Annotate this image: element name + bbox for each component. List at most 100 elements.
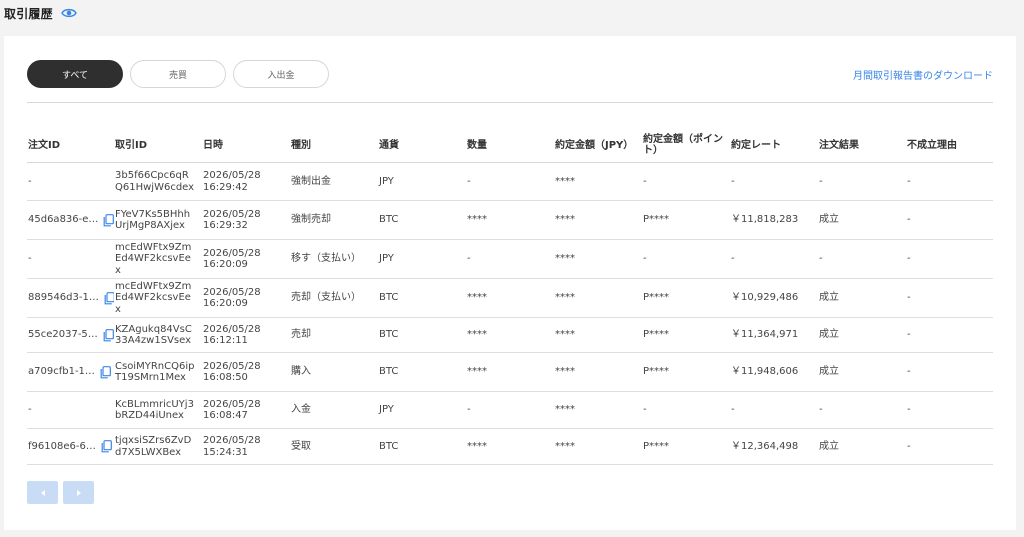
table-row: - mcEdWFtx9ZmEd4WF2kcsvEex 2026/05/28 16:20… (27, 239, 993, 279)
cell-quantity: - (466, 162, 554, 201)
divider (27, 102, 993, 103)
tab-trade[interactable]: 売買 (130, 60, 226, 88)
cell-currency: BTC (378, 428, 466, 465)
time: 16:12:11 (203, 335, 248, 346)
cell-quantity: **** (466, 352, 554, 392)
cell-rate: ￥10,929,486 (730, 278, 818, 318)
transaction-id: CsoiMYRnCQ6ipT19SMrn1Mex (115, 360, 195, 384)
transaction-id: tjqxsiSZrs6ZvDd7X5LWXBex (115, 435, 192, 458)
cell-order-id: 889546d3-1… (27, 278, 114, 318)
column-header: 約定金額（ポイント） (642, 128, 730, 163)
date: 2026/05/28 (203, 435, 261, 446)
transaction-id: mcEdWFtx9ZmEd4WF2kcsvEex (115, 280, 192, 315)
cell-quantity: **** (466, 317, 554, 353)
cell-quantity: - (466, 239, 554, 279)
cell-quantity: - (466, 391, 554, 429)
cell-order-id: 55ce2037-5… (27, 317, 114, 353)
filter-tabs: すべて 売買 入出金 (27, 60, 336, 88)
cell-order-id: f96108e6-6… (27, 428, 114, 465)
cell-reason: - (906, 352, 993, 392)
transaction-id: KcBLmmricUYj3bRZD44iUnex (115, 398, 194, 422)
tab-deposit-withdrawal[interactable]: 入出金 (233, 60, 329, 88)
cell-order-id: - (27, 162, 114, 201)
time: 16:08:47 (203, 410, 248, 421)
cell-datetime: 2026/05/28 16:29:42 (202, 162, 290, 201)
copy-icon[interactable] (103, 328, 114, 342)
order-id: 889546d3-1… (28, 292, 99, 304)
cell-order-id: a709cfb1-1… (27, 352, 114, 392)
time: 16:29:32 (203, 220, 248, 231)
cell-result: - (818, 391, 906, 429)
page-title: 取引履歴 (4, 6, 53, 21)
cell-amount-point: P**** (642, 317, 730, 353)
cell-rate: - (730, 162, 818, 201)
cell-result: 成立 (818, 352, 906, 392)
column-header: 注文結果 (818, 128, 906, 163)
cell-amount-jpy: **** (554, 428, 642, 465)
triangle-right-icon (76, 489, 81, 496)
cell-order-id: 45d6a836-e… (27, 200, 114, 240)
tab-all[interactable]: すべて (27, 60, 123, 88)
cell-type: 強制出金 (290, 162, 378, 201)
date: 2026/05/28 (203, 208, 261, 220)
cell-amount-point: P**** (642, 352, 730, 392)
cell-rate: ￥11,364,971 (730, 317, 818, 353)
copy-icon[interactable] (100, 365, 111, 379)
cell-order-id: - (27, 391, 114, 429)
cell-reason: - (906, 162, 993, 201)
time: 16:20:09 (203, 259, 248, 270)
order-id: 55ce2037-5… (28, 329, 98, 341)
prev-page-button[interactable] (27, 481, 58, 504)
time: 16:20:09 (203, 298, 248, 309)
cell-datetime: 2026/05/28 16:08:47 (202, 391, 290, 429)
cell-amount-point: - (642, 162, 730, 201)
cell-result: 成立 (818, 317, 906, 353)
cell-amount-point: P**** (642, 200, 730, 240)
cell-transaction-id: FYeV7Ks5BHhhUrjMgP8AXjex (114, 200, 202, 240)
cell-result: - (818, 239, 906, 279)
table-row: a709cfb1-1… CsoiMYRnCQ6ipT19SMrn1Mex 2026/… (27, 352, 993, 392)
cell-currency: JPY (378, 239, 466, 279)
table-row: - 3b5f66Cpc6qRQ61HwjW6cdex 2026/05/28 16:29… (27, 162, 993, 201)
cell-transaction-id: tjqxsiSZrs6ZvDd7X5LWXBex (114, 428, 202, 465)
cell-result: 成立 (818, 278, 906, 318)
copy-icon[interactable] (101, 440, 112, 453)
cell-rate: - (730, 239, 818, 279)
triangle-left-icon (40, 489, 45, 496)
transaction-id: mcEdWFtx9ZmEd4WF2kcsvEex (115, 241, 192, 276)
cell-transaction-id: KZAgukq84VsC33A4zw1SVsex (114, 317, 202, 353)
cell-amount-point: - (642, 391, 730, 429)
cell-reason: - (906, 428, 993, 465)
cell-type: 入金 (290, 391, 378, 429)
cell-order-id: - (27, 239, 114, 279)
cell-type: 移す（支払い） (290, 239, 378, 279)
eye-icon[interactable] (61, 7, 77, 19)
cell-quantity: **** (466, 428, 554, 465)
cell-datetime: 2026/05/28 16:08:50 (202, 352, 290, 392)
next-page-button[interactable] (63, 481, 94, 504)
cell-currency: JPY (378, 391, 466, 429)
cell-currency: BTC (378, 278, 466, 318)
cell-datetime: 2026/05/28 15:24:31 (202, 428, 290, 465)
monthly-report-download-link[interactable]: 月間取引報告書のダウンロード (853, 67, 993, 82)
pagination (27, 481, 99, 504)
cell-quantity: **** (466, 278, 554, 318)
copy-icon[interactable] (104, 291, 114, 305)
cell-type: 売却（支払い） (290, 278, 378, 318)
column-header: 数量 (466, 128, 554, 163)
cell-transaction-id: 3b5f66Cpc6qRQ61HwjW6cdex (114, 162, 202, 201)
cell-amount-jpy: **** (554, 391, 642, 429)
cell-type: 購入 (290, 352, 378, 392)
time: 15:24:31 (203, 446, 248, 458)
cell-reason: - (906, 200, 993, 240)
cell-type: 売却 (290, 317, 378, 353)
cell-rate: - (730, 391, 818, 429)
cell-amount-jpy: **** (554, 278, 642, 318)
copy-icon[interactable] (103, 213, 114, 227)
order-id: - (28, 404, 32, 416)
order-id: 45d6a836-e… (28, 214, 99, 226)
column-header: 約定金額（JPY） (554, 128, 642, 163)
transaction-id: 3b5f66Cpc6qRQ61HwjW6cdex (115, 170, 195, 193)
column-header: 約定レート (730, 128, 818, 163)
column-header: 種別 (290, 128, 378, 163)
